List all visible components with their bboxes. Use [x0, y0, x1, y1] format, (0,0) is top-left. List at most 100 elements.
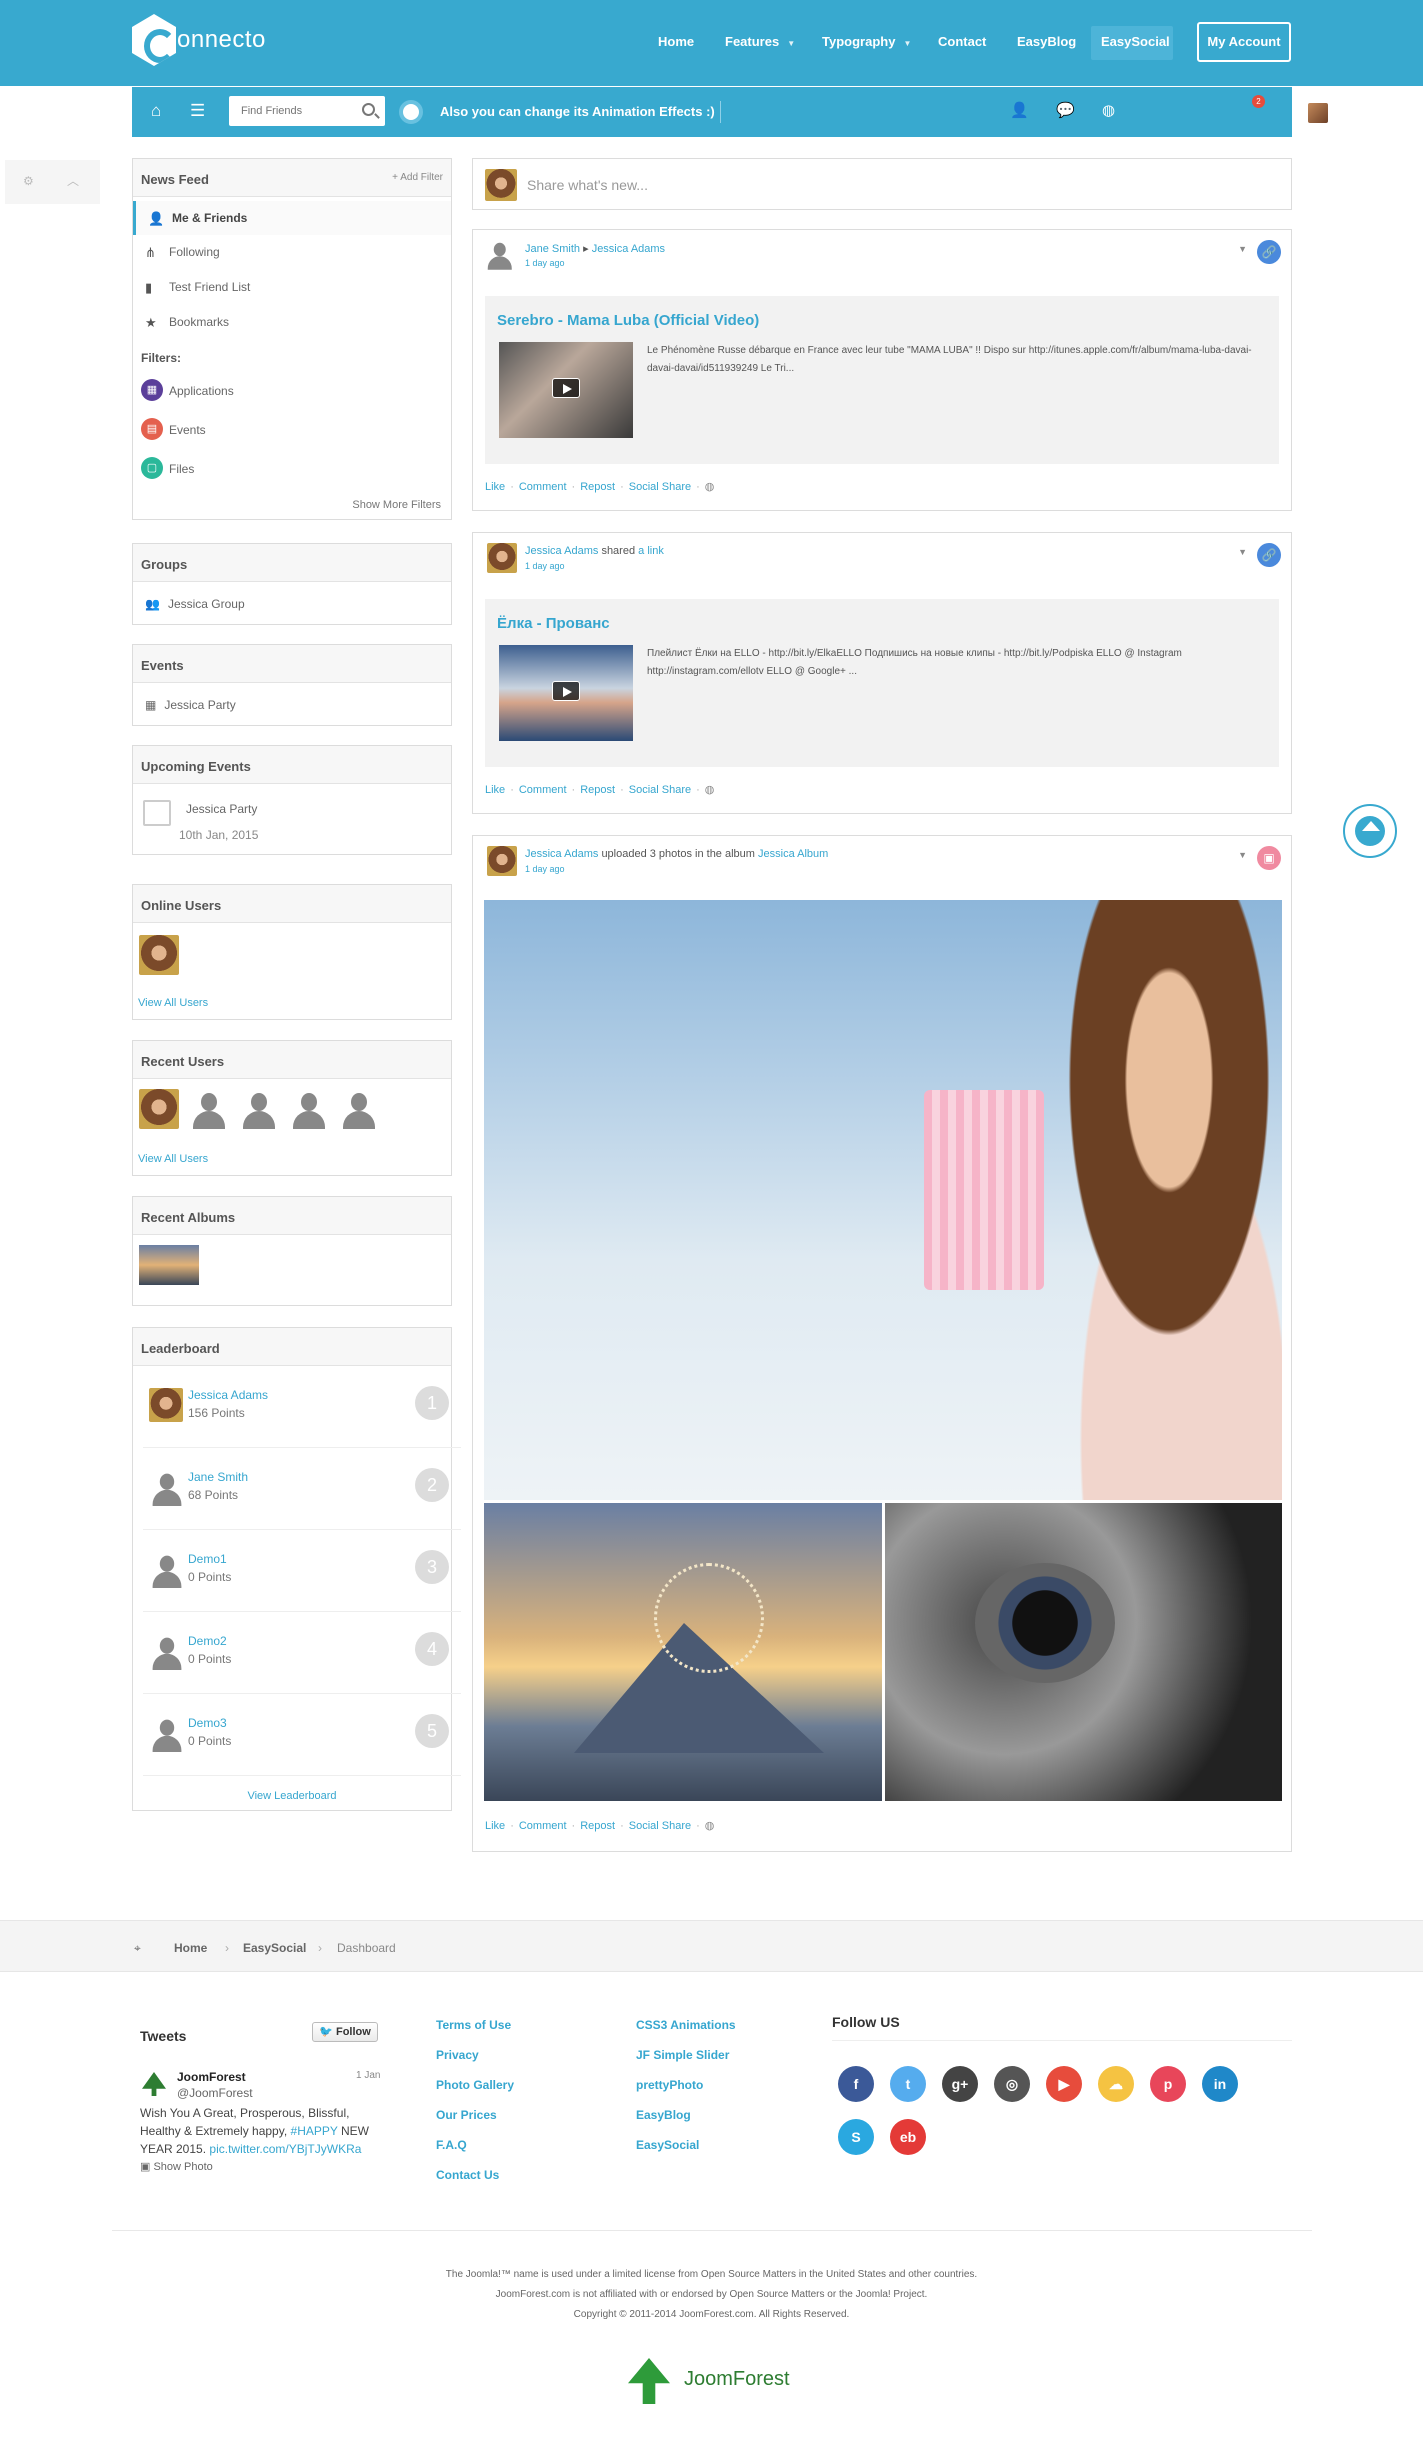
- filter-files[interactable]: Files: [169, 462, 194, 476]
- show-photo-link[interactable]: ▣ Show Photo: [140, 2160, 213, 2173]
- footer-link-privacy[interactable]: Privacy: [436, 2048, 479, 2062]
- nav-home[interactable]: Home: [658, 34, 694, 49]
- event-item[interactable]: ▦ Jessica Party: [145, 698, 236, 712]
- footer-link-contact[interactable]: Contact Us: [436, 2168, 499, 2182]
- logo-icon[interactable]: [132, 14, 176, 66]
- embed-title[interactable]: Serebro - Mama Luba (Official Video): [497, 312, 759, 329]
- filter-applications[interactable]: Applications: [169, 384, 234, 398]
- view-all-users-link[interactable]: View All Users: [138, 997, 208, 1009]
- leader-name[interactable]: Demo3: [188, 1716, 227, 1730]
- joomforest-logo-icon[interactable]: [628, 2358, 670, 2404]
- leaderboard-row[interactable]: Demo1 0 Points 3: [143, 1530, 461, 1612]
- comment-link[interactable]: Comment: [519, 481, 567, 493]
- view-leaderboard-link[interactable]: View Leaderboard: [133, 1790, 451, 1802]
- footer-link-css3[interactable]: CSS3 Animations: [636, 2018, 736, 2032]
- nav-features[interactable]: Features ▼: [725, 34, 795, 49]
- chevron-up-icon[interactable]: ︿: [67, 172, 79, 189]
- leader-name[interactable]: Demo2: [188, 1634, 227, 1648]
- nav-typography[interactable]: Typography ▼: [822, 34, 911, 49]
- comment-link[interactable]: Comment: [519, 784, 567, 796]
- breadcrumb-easysocial[interactable]: EasySocial: [243, 1941, 306, 1955]
- play-icon[interactable]: [552, 378, 580, 398]
- logo-text[interactable]: onnecto: [177, 26, 266, 54]
- repost-link[interactable]: Repost: [580, 1820, 615, 1832]
- embed-title[interactable]: Ёлка - Прованс: [497, 615, 610, 632]
- facebook-icon[interactable]: f: [838, 2066, 874, 2102]
- feed-filter-bookmarks[interactable]: ★ Bookmarks: [133, 305, 451, 339]
- my-account-button[interactable]: My Account: [1197, 22, 1291, 62]
- youtube-icon[interactable]: ▶: [1046, 2066, 1082, 2102]
- footer-link-easysocial[interactable]: EasySocial: [636, 2138, 699, 2152]
- footer-brand[interactable]: JoomForest: [684, 2368, 790, 2391]
- group-item[interactable]: 👥 Jessica Group: [145, 597, 245, 611]
- social-share-link[interactable]: Social Share: [629, 784, 691, 796]
- leaderboard-row[interactable]: Jane Smith 68 Points 2: [143, 1448, 461, 1530]
- album-link[interactable]: Jessica Album: [758, 848, 828, 860]
- friend-requests-icon[interactable]: 👤: [1010, 101, 1029, 119]
- default-avatar-icon[interactable]: [339, 1089, 379, 1129]
- search-icon[interactable]: [362, 103, 375, 116]
- globe-icon[interactable]: ◍: [705, 784, 715, 796]
- play-icon[interactable]: [552, 681, 580, 701]
- default-avatar-icon[interactable]: [239, 1089, 279, 1129]
- social-share-link[interactable]: Social Share: [629, 1820, 691, 1832]
- search-input[interactable]: [229, 96, 349, 126]
- album-thumbnail[interactable]: [139, 1245, 199, 1285]
- album-photo-paramount[interactable]: [484, 1503, 882, 1801]
- leaderboard-row[interactable]: Jessica Adams 156 Points 1: [143, 1366, 461, 1448]
- menu-icon[interactable]: ☰: [190, 101, 205, 121]
- view-all-users-link[interactable]: View All Users: [138, 1153, 208, 1165]
- soundcloud-icon[interactable]: ☁: [1098, 2066, 1134, 2102]
- footer-link-faq[interactable]: F.A.Q: [436, 2138, 467, 2152]
- target-link[interactable]: Jessica Adams: [592, 243, 665, 255]
- nav-easysocial[interactable]: EasySocial: [1101, 34, 1170, 49]
- filter-events[interactable]: Events: [169, 423, 206, 437]
- default-avatar-icon[interactable]: [289, 1089, 329, 1129]
- scroll-to-top-button[interactable]: [1343, 804, 1397, 858]
- author-link[interactable]: Jessica Adams: [525, 848, 598, 860]
- feed-filter-me-friends[interactable]: 👤 Me & Friends: [133, 201, 451, 235]
- repost-link[interactable]: Repost: [580, 784, 615, 796]
- tweet-handle[interactable]: @JoomForest: [177, 2086, 253, 2100]
- hashtag-link[interactable]: #HAPPY: [291, 2124, 338, 2138]
- googleplus-icon[interactable]: g+: [942, 2066, 978, 2102]
- like-link[interactable]: Like: [485, 784, 505, 796]
- share-box[interactable]: Share what's new...: [472, 158, 1292, 210]
- add-filter-link[interactable]: + Add Filter: [392, 172, 443, 183]
- feed-filter-friend-list[interactable]: ▮ Test Friend List: [133, 270, 451, 304]
- leaderboard-row[interactable]: Demo2 0 Points 4: [143, 1612, 461, 1694]
- pinterest-icon[interactable]: p: [1150, 2066, 1186, 2102]
- ebay-icon[interactable]: eb: [890, 2119, 926, 2155]
- show-more-filters-link[interactable]: Show More Filters: [352, 499, 441, 511]
- object-link[interactable]: a link: [638, 545, 664, 557]
- footer-link-prettyphoto[interactable]: prettyPhoto: [636, 2078, 703, 2092]
- globe-icon[interactable]: ◍: [705, 1820, 715, 1832]
- breadcrumb-home[interactable]: Home: [174, 1941, 207, 1955]
- conversations-icon[interactable]: 💬: [1056, 101, 1075, 119]
- author-link[interactable]: Jessica Adams: [525, 545, 598, 557]
- twitter-icon[interactable]: t: [890, 2066, 926, 2102]
- comment-link[interactable]: Comment: [519, 1820, 567, 1832]
- chevron-down-icon[interactable]: ▼: [1238, 850, 1247, 860]
- footer-link-slider[interactable]: JF Simple Slider: [636, 2048, 729, 2062]
- leader-name[interactable]: Jessica Adams: [188, 1388, 268, 1402]
- footer-link-easyblog[interactable]: EasyBlog: [636, 2108, 691, 2122]
- skype-icon[interactable]: S: [838, 2119, 874, 2155]
- repost-link[interactable]: Repost: [580, 481, 615, 493]
- social-share-link[interactable]: Social Share: [629, 481, 691, 493]
- avatar[interactable]: [139, 1089, 179, 1129]
- notifications-globe-icon[interactable]: ◍: [1102, 101, 1115, 119]
- video-thumbnail[interactable]: [499, 645, 633, 741]
- linkedin-icon[interactable]: in: [1202, 2066, 1238, 2102]
- chevron-down-icon[interactable]: ▼: [1238, 547, 1247, 557]
- user-menu[interactable]: Jessica Adams ▼: [1308, 103, 1348, 165]
- like-link[interactable]: Like: [485, 481, 505, 493]
- default-avatar-icon[interactable]: [189, 1089, 229, 1129]
- tweet-account[interactable]: JoomForest: [177, 2070, 246, 2084]
- nav-contact[interactable]: Contact: [938, 34, 986, 49]
- footer-link-prices[interactable]: Our Prices: [436, 2108, 497, 2122]
- chevron-down-icon[interactable]: ▼: [1238, 244, 1247, 254]
- twitter-follow-button[interactable]: 🐦 Follow: [312, 2022, 378, 2042]
- footer-link-terms[interactable]: Terms of Use: [436, 2018, 511, 2032]
- video-thumbnail[interactable]: [499, 342, 633, 438]
